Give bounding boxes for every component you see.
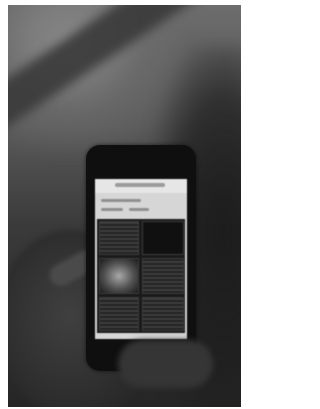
phone-image-tile: [142, 258, 184, 294]
fingers: [118, 340, 213, 388]
phone-text-line: [101, 208, 123, 211]
phone-text-line: [129, 208, 149, 211]
phone-image-tile: [99, 297, 139, 331]
photo-frame: [8, 5, 241, 407]
photo: [0, 0, 245, 409]
phone-image-tile: [99, 258, 139, 294]
phone-image-tile: [142, 221, 184, 255]
phone-app-header: [95, 179, 187, 193]
phone-screen: [95, 179, 187, 339]
smartphone: [86, 145, 196, 371]
phone-image-tile: [99, 221, 139, 255]
phone-app-title: [115, 183, 165, 187]
phone-text-line: [101, 199, 141, 202]
phone-image-tile: [142, 297, 184, 331]
phone-image-grid: [97, 219, 185, 333]
